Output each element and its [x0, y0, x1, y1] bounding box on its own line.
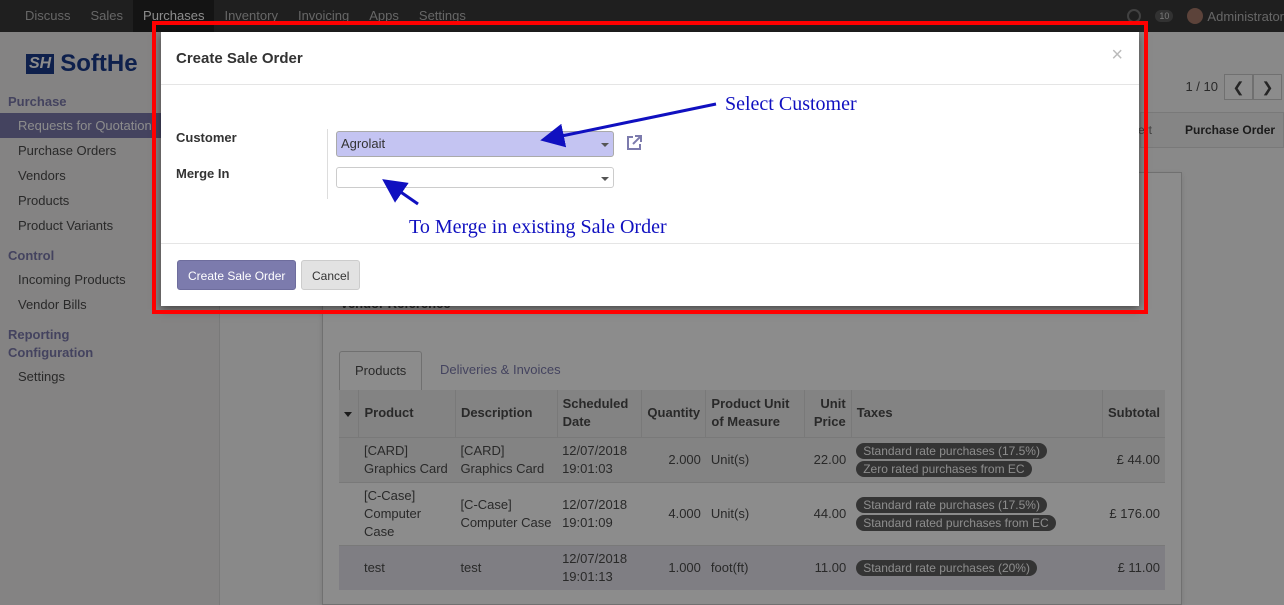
highlight-frame	[152, 21, 1148, 314]
select-customer-annotation: Select Customer	[725, 93, 857, 115]
merge-hint-annotation: To Merge in existing Sale Order	[409, 216, 667, 238]
